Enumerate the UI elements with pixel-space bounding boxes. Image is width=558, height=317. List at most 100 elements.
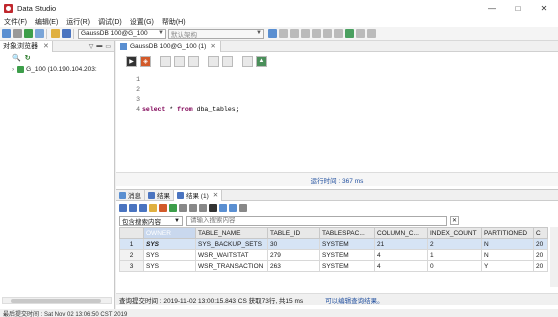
tab-sql-editor[interactable]: GaussDB 100@G_100 (1) ✕ — [116, 40, 221, 52]
table-cell[interactable]: 21 — [374, 238, 428, 250]
new-tab-icon[interactable] — [35, 29, 44, 38]
refresh-icon[interactable] — [268, 29, 277, 38]
save-changes-icon[interactable] — [189, 203, 197, 212]
close-icon[interactable]: ✕ — [210, 42, 215, 50]
copy-icon[interactable] — [119, 203, 127, 212]
tab-object-browser[interactable]: 对象浏览器 ✕ — [0, 40, 53, 52]
table-cell[interactable]: 20 — [533, 249, 548, 261]
comment-toggle-icon[interactable] — [208, 55, 219, 67]
table-cell[interactable]: WSR_TRANSACTION — [195, 260, 268, 272]
tab-results[interactable]: 结果 — [145, 189, 174, 201]
column-header[interactable]: OWNER — [143, 227, 196, 239]
history-icon[interactable] — [367, 29, 376, 38]
close-icon[interactable]: ✕ — [213, 191, 218, 199]
cancel-changes-icon[interactable] — [199, 203, 207, 212]
table-cell[interactable]: SYS_BACKUP_SETS — [195, 238, 268, 250]
export-all-icon[interactable] — [139, 203, 147, 212]
maximize-button[interactable]: □ — [505, 0, 531, 16]
menu-help[interactable]: 帮助(H) — [158, 17, 190, 27]
table-cell[interactable]: WSR_WAITSTAT — [195, 249, 268, 261]
table-cell[interactable]: 0 — [427, 260, 482, 272]
table-cell[interactable]: 1 — [427, 249, 482, 261]
cancel-icon[interactable] — [160, 55, 171, 67]
table-cell[interactable]: Y — [481, 260, 534, 272]
disconnect-icon[interactable] — [13, 29, 22, 38]
format-icon[interactable] — [323, 29, 332, 38]
rollback-icon[interactable] — [312, 29, 321, 38]
table-row[interactable]: 2 SYS WSR_WAITSTAT 279 SYSTEM 4 1 N 20 — [119, 249, 548, 261]
table-cell[interactable]: 2 — [427, 238, 482, 250]
table-cell[interactable]: SYS — [143, 260, 196, 272]
minimize-button[interactable]: — — [479, 0, 505, 16]
open-file-icon[interactable] — [51, 29, 60, 38]
indent-icon[interactable] — [242, 55, 253, 67]
sort-icon[interactable] — [239, 203, 247, 212]
table-cell[interactable]: 4 — [374, 249, 428, 261]
table-cell[interactable]: 4 — [374, 260, 428, 272]
comment-icon[interactable] — [334, 29, 343, 38]
table-cell[interactable]: 30 — [267, 238, 320, 250]
uncomment-icon[interactable] — [222, 55, 233, 67]
search-icon[interactable] — [229, 203, 237, 212]
table-cell[interactable]: SYSTEM — [319, 238, 375, 250]
view-menu-icon[interactable]: ▽ — [89, 43, 94, 50]
save-icon[interactable] — [62, 29, 71, 38]
add-row-icon[interactable] — [169, 203, 177, 212]
explain-icon[interactable] — [356, 29, 365, 38]
table-row[interactable]: 3 SYS WSR_TRANSACTION 263 SYSTEM 4 0 Y 2… — [119, 260, 548, 272]
connection-select[interactable]: GaussDB 100@G_100 ▼ — [78, 28, 166, 39]
delete-row-icon[interactable] — [179, 203, 187, 212]
chevron-right-icon[interactable]: › — [12, 66, 14, 73]
code-editor[interactable]: 1 2 3 4 select * from dba_tables; — [134, 74, 554, 174]
stop-icon[interactable] — [290, 29, 299, 38]
filter-icon[interactable] — [149, 203, 157, 212]
column-header[interactable]: TABLESPAC... — [319, 227, 375, 239]
execute-icon[interactable] — [345, 29, 354, 38]
menu-run[interactable]: 运行(R) — [62, 17, 94, 27]
execute-statement-icon[interactable]: ▶ — [126, 55, 137, 67]
menu-settings[interactable]: 设置(G) — [126, 17, 158, 27]
export-icon[interactable] — [129, 203, 137, 212]
tree-node-connection[interactable]: › G_100 (10.190.104.203: — [0, 64, 114, 75]
tab-results-1[interactable]: 结果 (1) ✕ — [174, 189, 223, 201]
uppercase-icon[interactable] — [188, 55, 199, 67]
clear-search-button[interactable]: ✕ — [450, 216, 459, 225]
refresh-icon[interactable] — [209, 203, 217, 212]
column-header[interactable]: TABLE_ID — [267, 227, 320, 239]
close-button[interactable]: ✕ — [531, 0, 557, 16]
column-header[interactable]: COLUMN_C... — [374, 227, 428, 239]
edit-icon[interactable] — [159, 203, 167, 212]
minimize-pane-icon[interactable]: ▬ — [96, 43, 102, 50]
column-header[interactable]: C — [533, 227, 548, 239]
table-cell[interactable]: 20 — [533, 238, 548, 250]
column-header[interactable]: TABLE_NAME — [195, 227, 268, 239]
table-cell[interactable]: SYS — [143, 238, 196, 250]
table-cell[interactable]: N — [481, 238, 534, 250]
commit-icon[interactable] — [301, 29, 310, 38]
table-cell[interactable]: 263 — [267, 260, 320, 272]
search-scope-select[interactable]: 包含搜索内容 ▼ — [119, 215, 183, 226]
table-cell[interactable]: 279 — [267, 249, 320, 261]
tab-messages[interactable]: 消息 — [116, 189, 145, 201]
gear-icon[interactable] — [279, 29, 288, 38]
table-cell[interactable]: N — [481, 249, 534, 261]
search-input[interactable] — [186, 215, 447, 226]
refresh-icon[interactable]: ↻ — [25, 54, 31, 62]
editable-results-link[interactable]: 可以编辑查询结果。 — [325, 295, 384, 305]
new-connection-icon[interactable] — [24, 29, 33, 38]
table-cell[interactable]: SYS — [143, 249, 196, 261]
column-header[interactable]: INDEX_COUNT — [427, 227, 482, 239]
column-header[interactable]: PARTITIONED — [481, 227, 534, 239]
table-cell[interactable]: 20 — [533, 260, 548, 272]
table-cell[interactable]: SYSTEM — [319, 260, 375, 272]
close-icon[interactable]: ✕ — [43, 42, 49, 50]
table-row[interactable]: 1 SYS SYS_BACKUP_SETS 30 SYSTEM 21 2 N 2… — [119, 238, 548, 250]
maximize-pane-icon[interactable]: ▭ — [105, 43, 111, 50]
search-icon[interactable]: 🔍 — [12, 54, 21, 62]
menu-edit[interactable]: 编辑(E) — [31, 17, 62, 27]
text-view-icon[interactable] — [219, 203, 227, 212]
format-sql-icon[interactable] — [174, 55, 185, 67]
menu-debug[interactable]: 调试(D) — [94, 17, 126, 27]
connect-icon[interactable] — [2, 29, 11, 38]
schema-select[interactable]: 默认架构 ▼ — [168, 28, 264, 39]
